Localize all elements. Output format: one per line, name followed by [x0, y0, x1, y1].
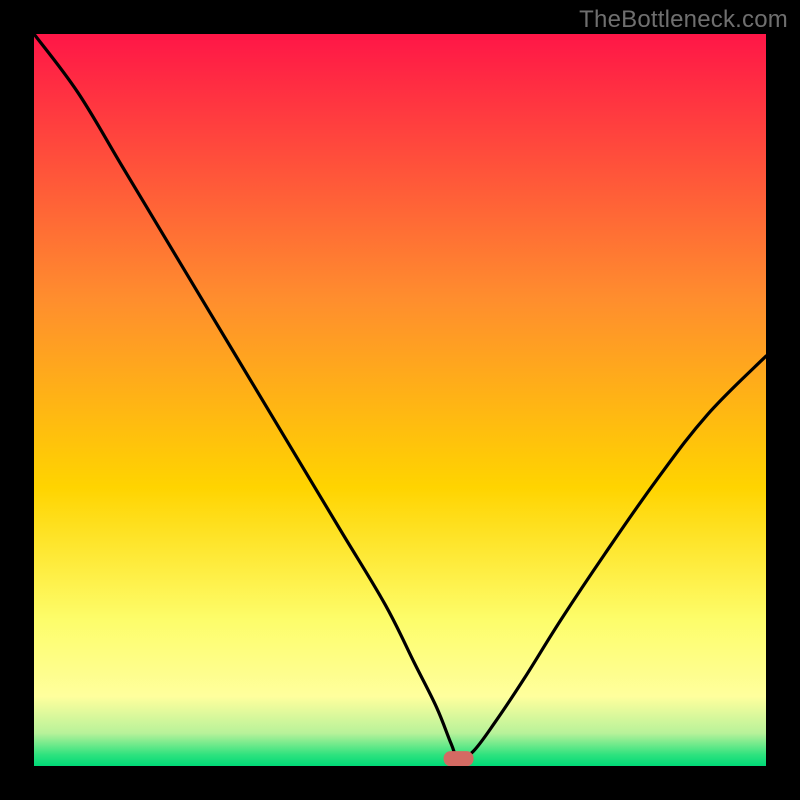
curve-layer — [34, 34, 766, 766]
attribution-watermark: TheBottleneck.com — [579, 6, 788, 34]
chart-frame: TheBottleneck.com — [0, 0, 800, 800]
plot-area — [34, 34, 766, 766]
operating-point-marker — [444, 751, 474, 766]
bottleneck-curve — [34, 34, 766, 759]
